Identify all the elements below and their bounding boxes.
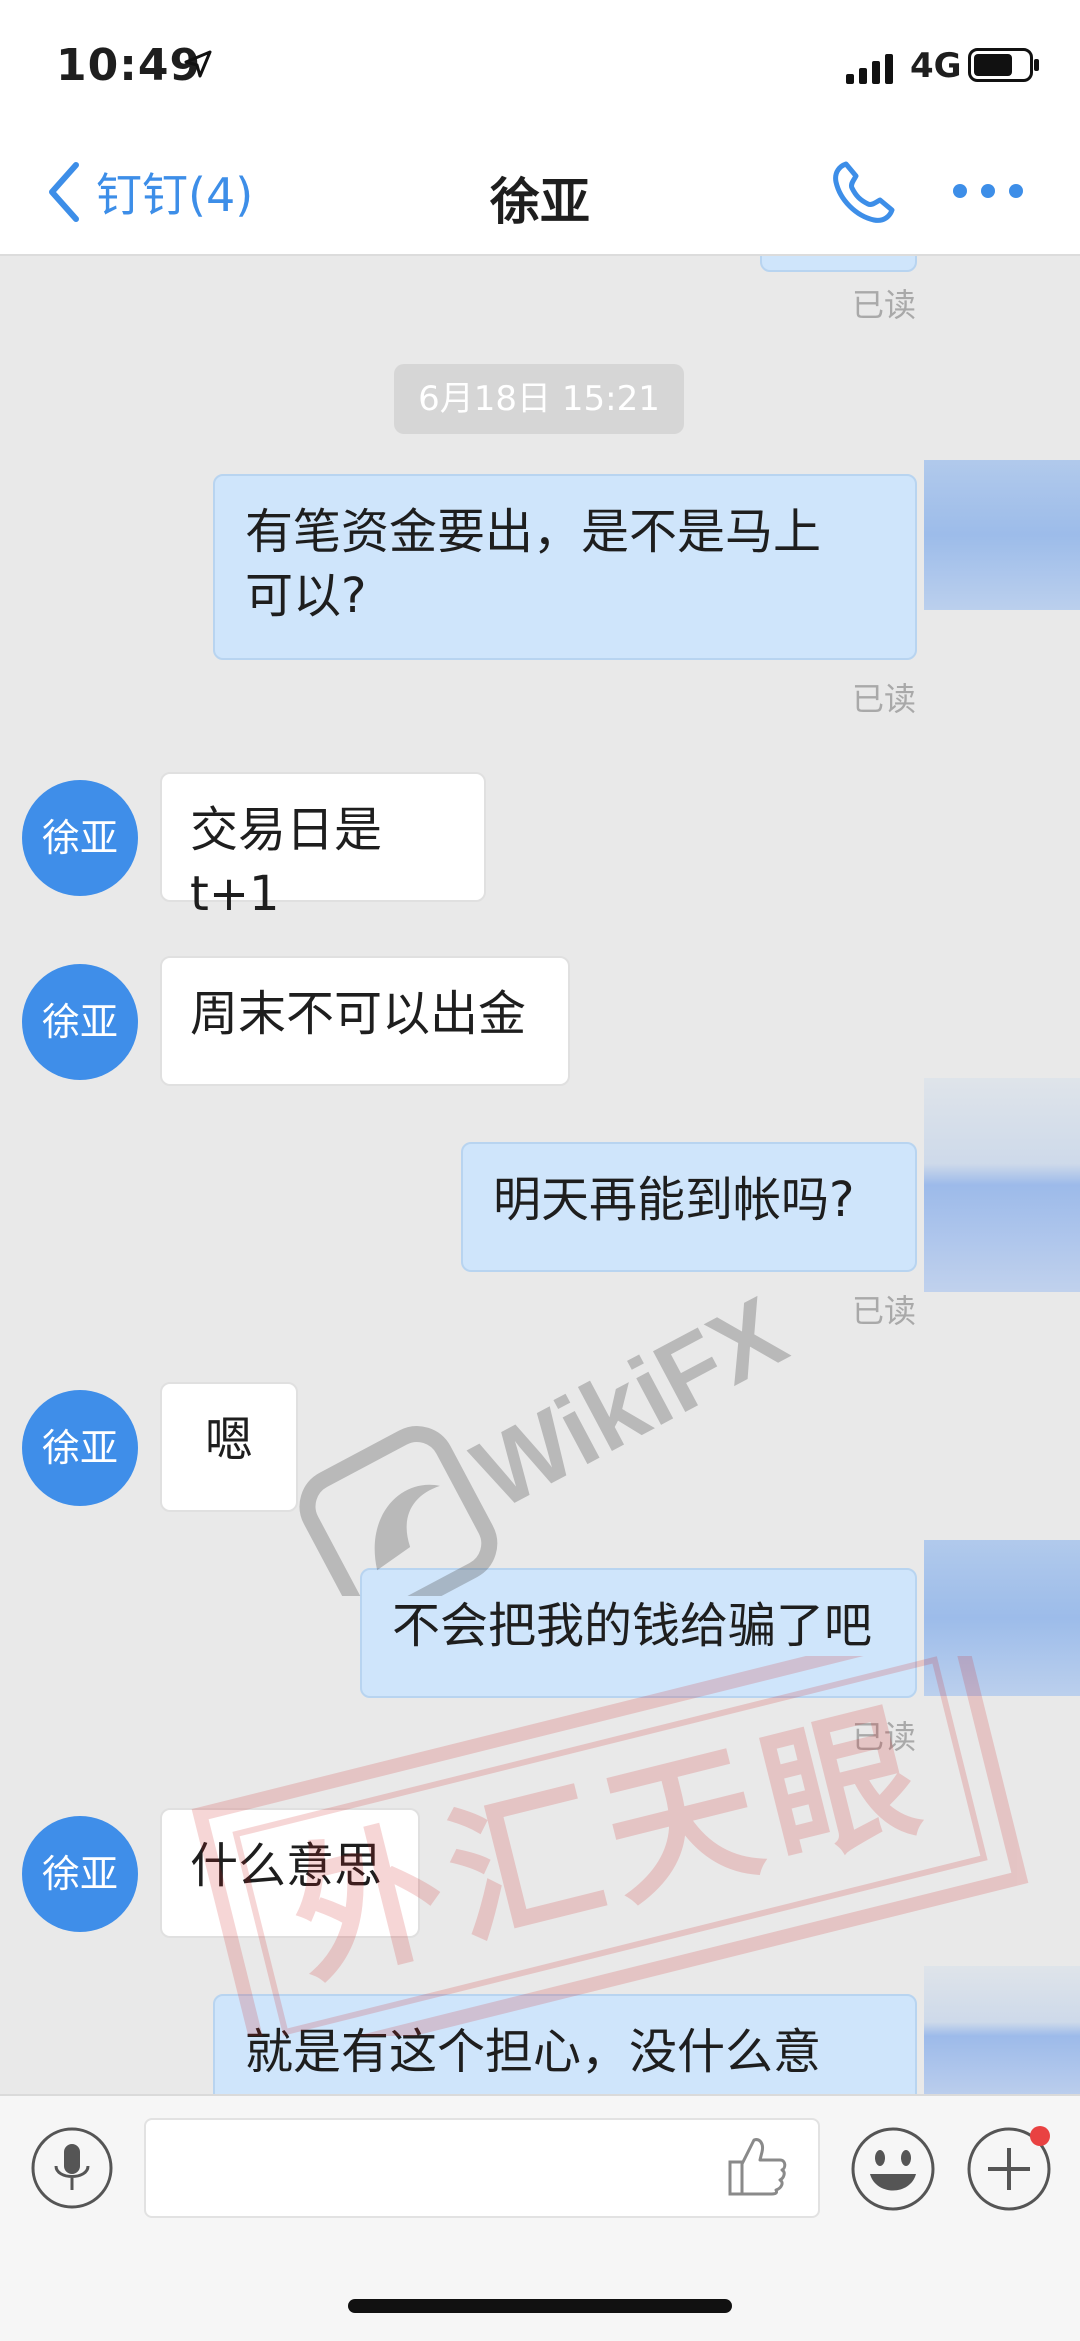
battery-icon [968,48,1039,82]
avatar[interactable]: 徐亚 [22,1816,138,1932]
blurred-edge [924,1078,1080,1292]
microphone-icon[interactable] [30,2126,114,2210]
message-bubble-outgoing[interactable]: 不会把我的钱给骗了吧 [360,1568,917,1698]
wikifx-watermark: WikiFX [299,1276,803,1596]
cellular-signal-icon [846,54,893,84]
avatar[interactable]: 徐亚 [22,1390,138,1506]
message-input[interactable] [144,2118,820,2218]
watermark-text: WikiFX [456,1276,802,1531]
more-icon[interactable] [950,176,1026,206]
network-type: 4G [910,46,962,86]
message-bubble-outgoing[interactable]: 就是有这个担心，没什么意 [213,1994,917,2094]
emoji-icon[interactable] [850,2126,936,2212]
message-bubble-incoming[interactable]: 嗯 [160,1382,298,1512]
status-bar: 10:49 4G [0,0,1080,132]
nav-bar: 钉钉(4) 徐亚 [0,132,1080,256]
home-indicator[interactable] [348,2299,732,2313]
location-arrow-icon [184,50,212,78]
message-bubble-incoming[interactable]: 交易日是t+1 [160,772,486,922]
read-receipt: 已读 [851,286,916,324]
timestamp-divider: 6月18日 15:21 [394,364,684,434]
back-button[interactable]: 钉钉(4) [44,160,253,224]
chat-area[interactable]: 已读 6月18日 15:21 有笔资金要出，是不是马上 可以? 已读 徐亚 交易… [0,256,1080,2094]
message-bubble-outgoing[interactable]: 明天再能到帐吗? [461,1142,917,1272]
read-receipt: 已读 [851,680,916,718]
status-time: 10:49 [56,40,202,91]
back-label: 钉钉(4) [96,168,254,222]
chevron-left-icon [49,162,79,222]
avatar[interactable]: 徐亚 [22,780,138,896]
read-receipt: 已读 [851,1292,916,1330]
previous-bubble-edge [760,256,917,272]
add-icon[interactable] [966,2126,1052,2212]
blurred-edge [924,1540,1080,1696]
message-bubble-incoming[interactable]: 什么意思 [160,1808,420,1938]
message-bubble-incoming[interactable]: 周末不可以出金 [160,956,570,1086]
notification-dot [1030,2126,1050,2146]
message-bubble-outgoing[interactable]: 有笔资金要出，是不是马上 可以? [213,474,917,660]
blurred-edge [924,460,1080,610]
read-receipt: 已读 [851,1718,916,1756]
blurred-edge [924,1966,1080,2094]
phone-icon[interactable] [828,158,898,228]
avatar[interactable]: 徐亚 [22,964,138,1080]
thumbs-up-icon[interactable] [726,2134,788,2198]
